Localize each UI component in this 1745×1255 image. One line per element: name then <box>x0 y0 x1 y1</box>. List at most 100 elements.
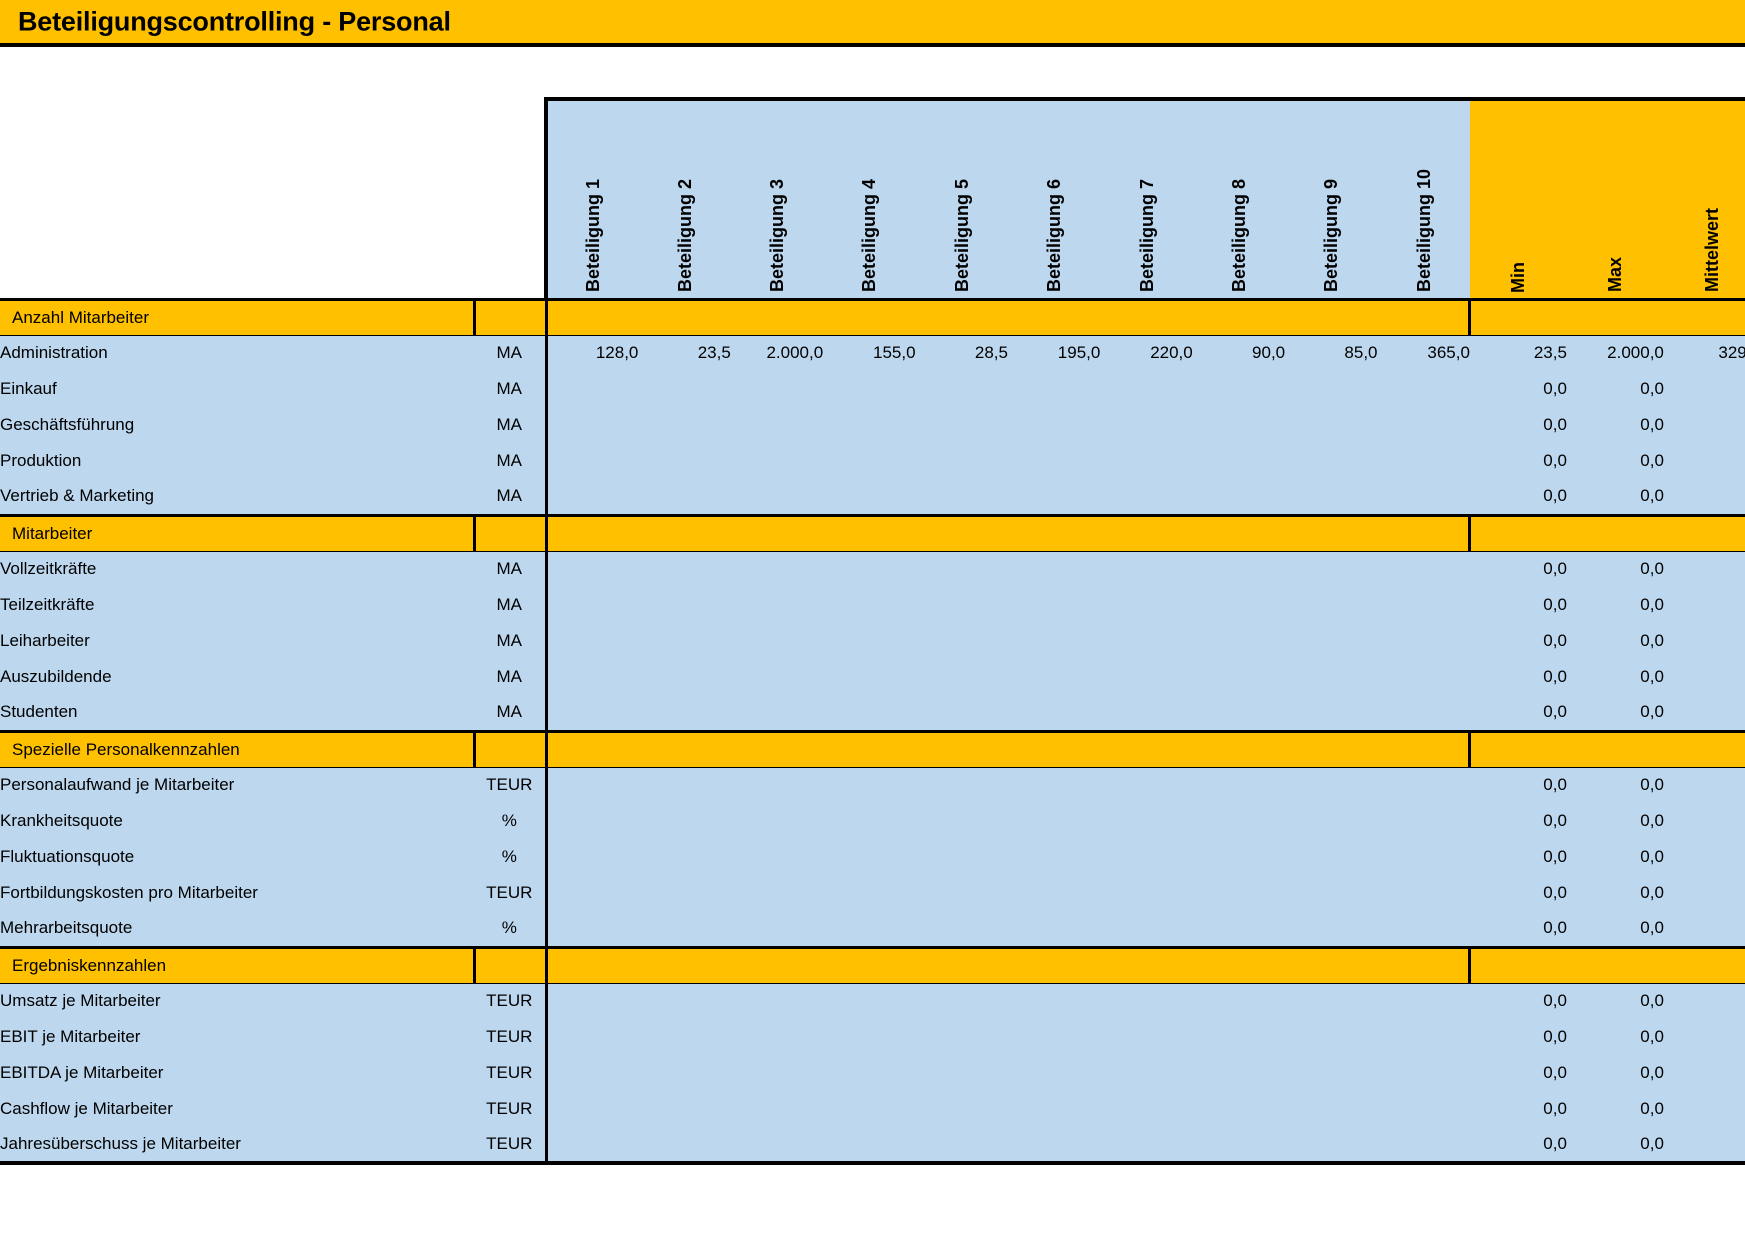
data-cell[interactable] <box>1100 371 1193 407</box>
data-cell[interactable] <box>638 1127 731 1165</box>
data-cell[interactable] <box>638 443 731 479</box>
data-cell[interactable] <box>638 551 731 587</box>
data-cell[interactable] <box>823 803 916 839</box>
table-row[interactable]: Fortbildungskosten pro Mitarbeiter TEUR 0,… <box>0 875 1745 911</box>
data-cell[interactable] <box>544 767 639 803</box>
data-cell[interactable] <box>1285 407 1378 443</box>
data-cell[interactable] <box>915 767 1008 803</box>
data-cell[interactable] <box>638 767 731 803</box>
data-cell[interactable] <box>730 659 824 695</box>
data-cell[interactable] <box>915 911 1008 947</box>
data-cell[interactable] <box>1100 443 1193 479</box>
data-cell[interactable] <box>1007 695 1101 731</box>
data-cell[interactable] <box>544 587 639 623</box>
data-cell[interactable] <box>1100 983 1193 1019</box>
column-header-participation[interactable]: Beteiligung 1 <box>543 97 639 299</box>
data-cell[interactable] <box>823 371 916 407</box>
data-cell[interactable] <box>638 803 731 839</box>
data-cell[interactable] <box>1100 1127 1193 1165</box>
data-cell[interactable] <box>915 839 1008 875</box>
data-cell[interactable] <box>544 911 639 947</box>
data-cell[interactable] <box>1192 623 1286 659</box>
data-cell[interactable] <box>544 479 639 515</box>
table-row[interactable]: Krankheitsquote% 0,0 0,0 <box>0 803 1745 839</box>
data-cell[interactable] <box>730 587 824 623</box>
data-cell[interactable] <box>544 695 639 731</box>
data-cell[interactable] <box>823 623 916 659</box>
data-cell[interactable] <box>1192 407 1286 443</box>
data-cell[interactable]: 90,0 <box>1192 335 1286 371</box>
data-cell[interactable] <box>1007 443 1101 479</box>
data-cell[interactable] <box>1377 1019 1470 1055</box>
data-cell[interactable] <box>544 1127 639 1165</box>
data-cell[interactable] <box>1285 371 1378 407</box>
data-cell[interactable] <box>1285 839 1378 875</box>
data-cell[interactable] <box>915 1055 1008 1091</box>
column-header-participation[interactable]: Beteiligung 7 <box>1100 97 1193 299</box>
data-cell[interactable] <box>1377 1055 1470 1091</box>
data-cell[interactable] <box>1192 983 1286 1019</box>
data-cell[interactable] <box>1377 587 1470 623</box>
table-row[interactable]: Studenten MA 0,0 0,0 <box>0 695 1745 731</box>
data-cell[interactable] <box>823 911 916 947</box>
data-cell[interactable] <box>1192 1019 1286 1055</box>
data-cell[interactable] <box>1377 443 1470 479</box>
data-cell[interactable] <box>730 1055 824 1091</box>
data-cell[interactable] <box>1377 659 1470 695</box>
data-cell[interactable] <box>1192 551 1286 587</box>
data-cell[interactable] <box>638 839 731 875</box>
table-row[interactable]: Leiharbeiter MA 0,0 0,0 <box>0 623 1745 659</box>
data-cell[interactable] <box>1007 803 1101 839</box>
data-cell[interactable] <box>823 1019 916 1055</box>
table-row[interactable]: EBIT je Mitarbeiter TEUR 0,0 0,0 <box>0 1019 1745 1055</box>
column-header-summary[interactable]: Min <box>1469 97 1567 299</box>
data-cell[interactable]: 85,0 <box>1285 335 1378 371</box>
data-cell[interactable] <box>1285 479 1378 515</box>
data-cell[interactable] <box>544 1055 639 1091</box>
data-cell[interactable] <box>730 803 824 839</box>
data-cell[interactable] <box>1192 911 1286 947</box>
data-cell[interactable] <box>1377 1091 1470 1127</box>
data-cell[interactable] <box>1100 875 1193 911</box>
data-cell[interactable]: 365,0 <box>1377 335 1470 371</box>
data-cell[interactable]: 195,0 <box>1007 335 1101 371</box>
data-cell[interactable] <box>1007 407 1101 443</box>
data-cell[interactable] <box>638 911 731 947</box>
data-cell[interactable] <box>638 983 731 1019</box>
data-cell[interactable] <box>1285 551 1378 587</box>
data-cell[interactable] <box>823 839 916 875</box>
data-cell[interactable] <box>638 875 731 911</box>
data-cell[interactable] <box>823 443 916 479</box>
data-cell[interactable] <box>1377 1127 1470 1165</box>
table-row[interactable]: Vollzeitkräfte MA 0,0 0,0 <box>0 551 1745 587</box>
data-cell[interactable] <box>1007 1127 1101 1165</box>
data-cell[interactable] <box>1007 1091 1101 1127</box>
table-row[interactable]: Geschäftsführung MA 0,0 0,0 <box>0 407 1745 443</box>
data-cell[interactable] <box>915 983 1008 1019</box>
data-cell[interactable] <box>823 983 916 1019</box>
data-cell[interactable] <box>730 911 824 947</box>
data-cell[interactable] <box>823 695 916 731</box>
data-cell[interactable] <box>823 659 916 695</box>
data-cell[interactable] <box>1192 803 1286 839</box>
data-cell[interactable] <box>1377 839 1470 875</box>
data-cell[interactable] <box>1285 443 1378 479</box>
data-cell[interactable] <box>638 1019 731 1055</box>
data-cell[interactable] <box>1285 803 1378 839</box>
table-row[interactable]: Administration MA 128,0 23,5 2.000,0 155,0 28,… <box>0 335 1745 371</box>
data-cell[interactable] <box>730 623 824 659</box>
table-row[interactable]: Fluktuationsquote% 0,0 0,0 <box>0 839 1745 875</box>
column-header-summary[interactable]: Mittelwert <box>1663 97 1745 299</box>
data-cell[interactable] <box>1100 587 1193 623</box>
table-row[interactable]: Einkauf MA 0,0 0,0 <box>0 371 1745 407</box>
data-cell[interactable] <box>1007 1019 1101 1055</box>
data-cell[interactable] <box>915 371 1008 407</box>
table-row[interactable]: Produktion MA 0,0 0,0 <box>0 443 1745 479</box>
table-row[interactable]: Umsatz je Mitarbeiter TEUR 0,0 0,0 <box>0 983 1745 1019</box>
data-cell[interactable] <box>915 551 1008 587</box>
data-cell[interactable] <box>915 803 1008 839</box>
data-cell[interactable] <box>915 443 1008 479</box>
data-cell[interactable] <box>1377 407 1470 443</box>
data-cell[interactable] <box>1100 479 1193 515</box>
data-cell[interactable] <box>544 983 639 1019</box>
